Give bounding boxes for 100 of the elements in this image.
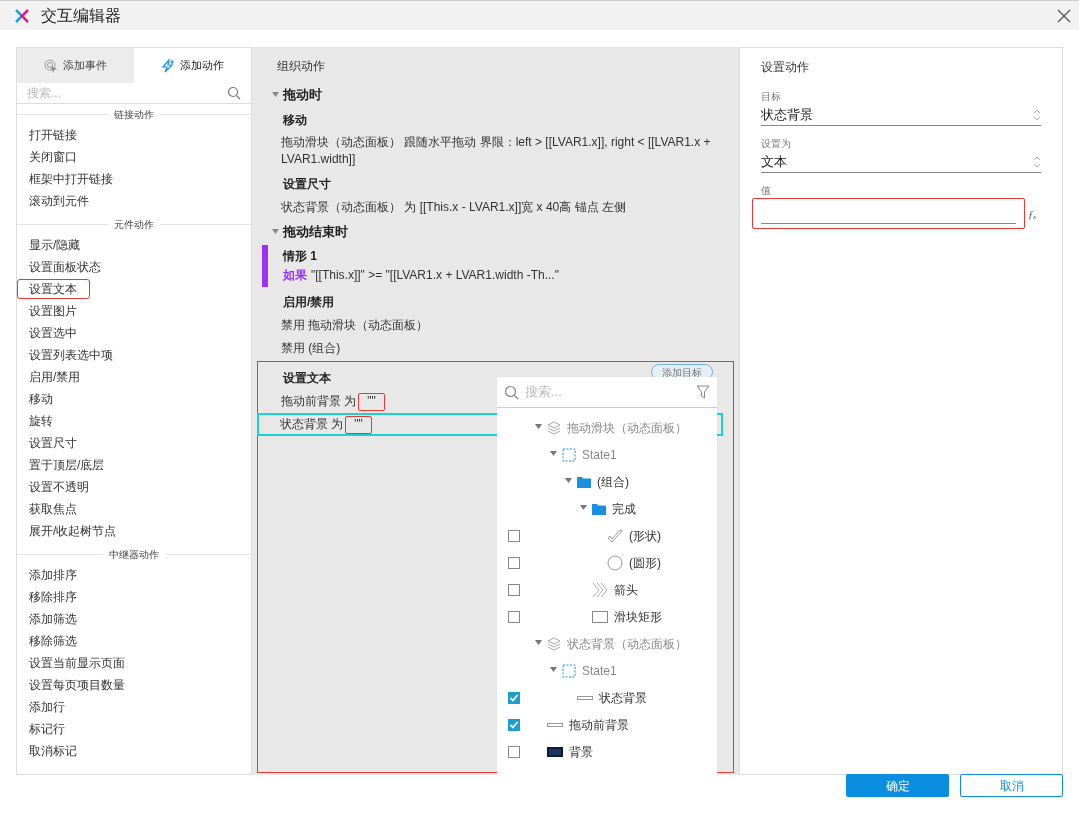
select-field[interactable]: 状态背景 bbox=[761, 104, 1041, 126]
close-icon[interactable] bbox=[1057, 8, 1071, 23]
tree-item[interactable]: State1 bbox=[582, 445, 617, 464]
tree-item[interactable]: (组合) bbox=[597, 472, 629, 491]
action-line[interactable]: 状态背景（动态面板） 为 [[This.x - LVAR1.x]]宽 x 40高 锚点 左侧 bbox=[258, 196, 723, 219]
checkbox[interactable] bbox=[508, 583, 520, 596]
collapse-arrow-icon[interactable] bbox=[272, 91, 279, 99]
tree-item[interactable]: (圆形) bbox=[629, 553, 661, 572]
search-icon bbox=[227, 86, 241, 100]
collapse-arrow-icon[interactable] bbox=[272, 228, 279, 236]
tree-item[interactable]: 箭头 bbox=[614, 580, 638, 599]
tree-item[interactable]: 滑块矩形 bbox=[614, 607, 662, 626]
dark-image-icon bbox=[547, 746, 563, 757]
collapse-arrow-icon[interactable] bbox=[579, 505, 587, 512]
action-item[interactable]: 标记行 bbox=[17, 719, 78, 739]
checkbox[interactable] bbox=[508, 610, 520, 623]
action-item[interactable]: 设置尺寸 bbox=[17, 433, 90, 453]
action-item[interactable]: 滚动到元件 bbox=[17, 191, 102, 211]
tree-item[interactable]: 状态背景（动态面板） bbox=[567, 634, 687, 653]
layers-icon bbox=[547, 420, 561, 435]
filter-icon bbox=[696, 385, 710, 399]
action-item[interactable]: 设置选中 bbox=[17, 323, 90, 343]
tree-item[interactable]: 拖动前背景 bbox=[569, 715, 629, 734]
tree-item[interactable]: (形状) bbox=[629, 526, 661, 545]
action-item[interactable]: 展开/收起树节点 bbox=[17, 521, 130, 541]
layers-icon bbox=[547, 636, 561, 651]
action-item[interactable]: 设置图片 bbox=[17, 301, 90, 321]
collapse-arrow-icon[interactable] bbox=[534, 640, 542, 647]
action-item[interactable]: 添加排序 bbox=[17, 565, 90, 585]
collapse-arrow-icon[interactable] bbox=[534, 424, 542, 431]
value-field[interactable] bbox=[752, 198, 1025, 229]
action-line[interactable]: 禁用 拖动滑块（动态面板） bbox=[258, 314, 723, 337]
action-text: 拖动滑块（动态面板） 跟随水平拖动 界限：left > [[LVAR1.x]], right < [[LVAR1.x + LVAR1.width]] bbox=[281, 134, 712, 168]
action-line[interactable]: 禁用 (组合) bbox=[258, 337, 723, 360]
checkbox[interactable] bbox=[508, 745, 520, 758]
checkbox[interactable] bbox=[508, 556, 520, 569]
value-text: "" bbox=[358, 392, 385, 411]
tree-item[interactable]: 状态背景 bbox=[599, 688, 647, 707]
collapse-arrow-icon[interactable] bbox=[549, 667, 557, 674]
case-title: 情形 1 bbox=[283, 247, 317, 265]
action-item[interactable]: 添加筛选 bbox=[17, 609, 90, 629]
checkbox[interactable] bbox=[508, 529, 520, 542]
folder-icon bbox=[592, 501, 606, 516]
section-header: 链接动作 bbox=[113, 107, 155, 122]
action-item[interactable]: 设置不透明 bbox=[17, 477, 102, 497]
checkbox[interactable] bbox=[508, 691, 520, 704]
action-title: 设置尺寸 bbox=[283, 176, 331, 193]
checkmark-icon bbox=[509, 692, 519, 703]
bar-shape-icon bbox=[577, 694, 593, 701]
action-title: 启用/禁用 bbox=[283, 294, 335, 311]
tab[interactable]: 添加事件 bbox=[17, 48, 134, 83]
section-header: 中继器动作 bbox=[108, 547, 160, 562]
search-field[interactable]: 搜索... bbox=[525, 382, 696, 402]
action-item[interactable]: 设置每页项目数量 bbox=[17, 675, 138, 695]
action-item[interactable]: 设置当前显示页面 bbox=[17, 653, 138, 673]
field-label: 目标 bbox=[761, 90, 782, 104]
tree-item[interactable]: 完成 bbox=[612, 499, 636, 518]
action-item[interactable]: 设置文本 bbox=[17, 279, 90, 299]
tree-item[interactable]: 背景 bbox=[569, 742, 593, 761]
action-item[interactable]: 设置列表选中项 bbox=[17, 345, 126, 365]
checkbox[interactable] bbox=[508, 718, 520, 731]
cursor-click-icon bbox=[44, 58, 58, 73]
condition-keyword: 如果 bbox=[283, 267, 307, 284]
dashed-square-icon bbox=[562, 447, 576, 462]
dashed-square-icon bbox=[562, 663, 576, 678]
action-item[interactable]: 旋转 bbox=[17, 411, 66, 431]
action-item[interactable]: 启用/禁用 bbox=[17, 367, 94, 387]
action-item[interactable]: 取消标记 bbox=[17, 741, 90, 761]
folder-icon bbox=[577, 474, 591, 489]
action-text: 禁用 (组合) bbox=[281, 340, 342, 357]
action-item[interactable]: 移除筛选 bbox=[17, 631, 90, 651]
action-item[interactable]: 设置面板状态 bbox=[17, 257, 114, 277]
checkmark-icon bbox=[607, 528, 623, 543]
action-item[interactable]: 添加行 bbox=[17, 697, 78, 717]
action-item[interactable]: 打开链接 bbox=[17, 125, 90, 145]
formula-button[interactable]: ƒₓ bbox=[1028, 206, 1037, 223]
tree-item[interactable]: 拖动滑块（动态面板） bbox=[567, 418, 687, 437]
field-label: 值 bbox=[761, 184, 772, 198]
tree-item[interactable]: State1 bbox=[582, 661, 617, 680]
circle-icon bbox=[607, 554, 623, 571]
action-item[interactable]: 置于顶层/底层 bbox=[17, 455, 118, 475]
app-logo-icon bbox=[15, 8, 29, 23]
search-field[interactable]: 搜索... bbox=[27, 84, 227, 102]
collapse-arrow-icon[interactable] bbox=[564, 478, 572, 485]
search-icon bbox=[504, 384, 519, 400]
cancel-button[interactable]: 取消 bbox=[960, 774, 1063, 797]
action-line[interactable]: 拖动滑块（动态面板） 跟随水平拖动 界限：left > [[LVAR1.x]], right < [[LVAR1.x + LVAR1.width]] bbox=[258, 132, 723, 170]
panel-title: 设置动作 bbox=[761, 59, 810, 76]
ok-button[interactable]: 确定 bbox=[846, 774, 949, 797]
action-text: 状态背景（动态面板） 为 [[This.x - LVAR1.x]]宽 x 40高 锚点 左侧 bbox=[281, 199, 627, 216]
action-item[interactable]: 关闭窗口 bbox=[17, 147, 90, 167]
action-item[interactable]: 框架中打开链接 bbox=[17, 169, 126, 189]
chevrons-icon bbox=[592, 581, 608, 598]
action-item[interactable]: 移动 bbox=[17, 389, 66, 409]
action-item[interactable]: 显示/隐藏 bbox=[17, 235, 94, 255]
select-field[interactable]: 文本 bbox=[761, 151, 1041, 173]
event-title: 拖动结束时 bbox=[283, 223, 348, 242]
action-item[interactable]: 获取焦点 bbox=[17, 499, 90, 519]
collapse-arrow-icon[interactable] bbox=[549, 451, 557, 458]
action-item[interactable]: 移除排序 bbox=[17, 587, 90, 607]
